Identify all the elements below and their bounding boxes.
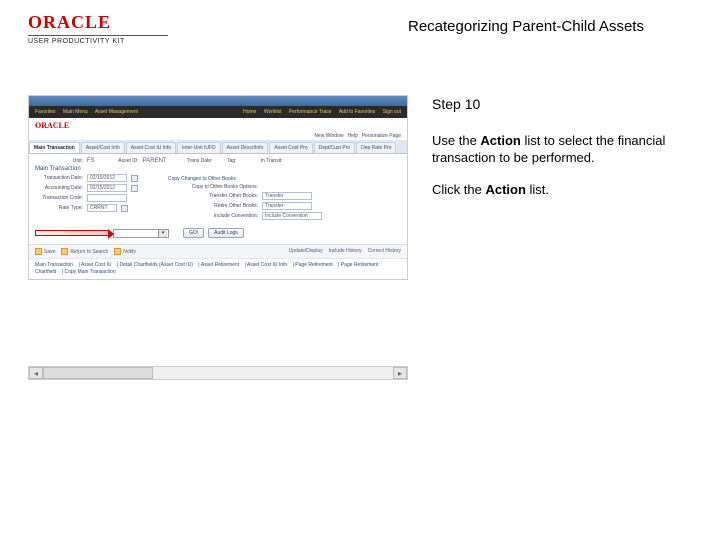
tab-dep-rate[interactable]: Dep Rate Pro xyxy=(356,142,396,153)
section-heading: Main Transaction xyxy=(35,166,401,172)
window-titlebar xyxy=(29,96,407,106)
instruction-line-1: Use the Action list to select the financ… xyxy=(432,132,692,167)
transaction-date-label: Transaction Date: xyxy=(35,175,83,181)
update-display-button[interactable]: Update/Display xyxy=(289,248,323,255)
chevron-down-icon: ▾ xyxy=(158,230,167,237)
foot-link[interactable]: Copy Main Transaction xyxy=(64,269,115,275)
tab-asset-cost-pro[interactable]: Asset Cost Pro xyxy=(269,142,312,153)
global-links: Home Worklist Performance Trace Add to F… xyxy=(237,109,401,115)
correct-history-button[interactable]: Correct History xyxy=(368,248,401,255)
notify-button[interactable]: Notify xyxy=(114,248,136,255)
scroll-track[interactable] xyxy=(43,367,393,379)
tab-strip: Main Transaction Asset/Cost Info Asset C… xyxy=(29,140,407,154)
breadcrumb-item[interactable]: Favorites xyxy=(35,109,56,115)
util-link[interactable]: Personalize Page xyxy=(362,133,401,139)
nav-link[interactable]: Home xyxy=(243,109,256,115)
include-conv-label: Include Convention: xyxy=(168,213,258,219)
foot-link[interactable]: Main Transaction xyxy=(35,262,73,268)
unit-label: Unit: xyxy=(35,158,83,164)
assetid-value: PARENT xyxy=(143,158,167,164)
transdate-label: Trans Date: xyxy=(171,158,213,164)
oracle-logo: ORACLE xyxy=(28,12,168,33)
lookup-icon[interactable] xyxy=(121,205,128,212)
assetid-label: Asset ID: xyxy=(99,158,139,164)
audit-logs-button[interactable]: Audit Logs xyxy=(208,228,244,238)
nav-link[interactable]: Worklist xyxy=(264,109,282,115)
inner-oracle-logo: ORACLE xyxy=(35,121,69,130)
instruction-line-2: Click the Action list. xyxy=(432,181,692,199)
breadcrumb: Favorites Main Menu Asset Management xyxy=(35,109,144,115)
foot-link[interactable]: Asset Cost IU Info xyxy=(247,262,287,268)
nav-link[interactable]: Sign out xyxy=(383,109,401,115)
intransit-label: In Transit: xyxy=(241,158,283,164)
brand-subline: USER PRODUCTIVITY KIT xyxy=(28,35,168,45)
unit-value: FS xyxy=(87,158,95,164)
rate-type-field[interactable]: CRRNT xyxy=(87,204,117,212)
nav-link[interactable]: Add to Favorites xyxy=(339,109,375,115)
tag-label: Tag: xyxy=(217,158,237,164)
rate-type-label: Rate Type: xyxy=(35,205,83,211)
scroll-left-icon[interactable]: ◂ xyxy=(29,367,43,379)
scroll-right-icon[interactable]: ▸ xyxy=(393,367,407,379)
page-utility-links: New Window Help Personalize Page xyxy=(29,132,407,140)
tab-asset-descr[interactable]: Asset Descr/Info xyxy=(222,142,269,153)
retire-books-label: Retire Other Books: xyxy=(168,203,258,209)
footer-links: Main Transaction | Asset Cost IU | Detai… xyxy=(29,258,407,279)
bold-term: Action xyxy=(480,133,520,148)
calendar-icon[interactable] xyxy=(131,175,138,182)
transaction-code-label: Transaction Code: xyxy=(35,195,83,201)
breadcrumb-item[interactable]: Main Menu xyxy=(63,109,88,115)
accounting-date-label: Accounting Date: xyxy=(35,185,83,191)
tab-interunit[interactable]: Inter-Unit IUFD xyxy=(177,142,221,153)
tab-asset-cost-iu[interactable]: Asset Cost IU Info xyxy=(126,142,176,153)
accounting-date-field[interactable]: 02/15/2012 xyxy=(87,184,127,192)
nav-link[interactable]: Performance Trace xyxy=(289,109,332,115)
global-nav-bar: Favorites Main Menu Asset Management Hom… xyxy=(29,106,407,118)
foot-link[interactable]: Page Retirement xyxy=(295,262,333,268)
save-icon xyxy=(35,248,42,255)
highlight-arrow-icon xyxy=(35,230,109,236)
calendar-icon[interactable] xyxy=(131,185,138,192)
breadcrumb-item[interactable]: Asset Management xyxy=(95,109,138,115)
return-button[interactable]: Return to Search xyxy=(61,248,108,255)
util-link[interactable]: New Window xyxy=(314,133,343,139)
transaction-code-field[interactable] xyxy=(87,194,127,202)
tab-main-transaction[interactable]: Main Transaction xyxy=(29,142,80,153)
horizontal-scrollbar[interactable]: ◂ ▸ xyxy=(28,366,408,380)
foot-link[interactable]: Detail Chartfields (Asset Cost IU) xyxy=(120,262,193,268)
copy-section-title: Copy Changes to Other Books xyxy=(168,176,322,182)
foot-link[interactable]: Asset Retirement xyxy=(201,262,239,268)
transfer-books-select[interactable]: Transfer xyxy=(262,192,312,200)
transaction-date-field[interactable]: 02/15/2012 xyxy=(87,174,127,182)
step-label: Step 10 xyxy=(432,95,692,114)
tab-dept-cust[interactable]: Dept/Cust Pro xyxy=(314,142,355,153)
bold-term: Action xyxy=(485,182,525,197)
util-link[interactable]: Help xyxy=(348,133,358,139)
embedded-screenshot: Favorites Main Menu Asset Management Hom… xyxy=(28,95,408,280)
brand-block: ORACLE USER PRODUCTIVITY KIT xyxy=(28,12,168,45)
action-dropdown[interactable]: ▾ xyxy=(113,229,169,238)
page-title: Recategorizing Parent-Child Assets xyxy=(168,12,692,35)
return-icon xyxy=(61,248,68,255)
transfer-books-label: Transfer Other Books: xyxy=(168,193,258,199)
save-button[interactable]: Save xyxy=(35,248,55,255)
retire-books-select[interactable]: Transfer xyxy=(262,202,312,210)
foot-link[interactable]: Asset Cost IU xyxy=(81,262,112,268)
go-button[interactable]: GO! xyxy=(183,228,204,238)
include-history-button[interactable]: Include History xyxy=(329,248,362,255)
page-toolbar: Save Return to Search Notify Update/Disp… xyxy=(29,244,407,258)
notify-icon xyxy=(114,248,121,255)
tab-asset-cost-info[interactable]: Asset/Cost Info xyxy=(81,142,125,153)
include-conv-select[interactable]: Include Convention xyxy=(262,212,322,220)
copy-opts-label: Copy to Other Books Options: xyxy=(168,184,258,190)
scroll-thumb[interactable] xyxy=(43,367,153,379)
